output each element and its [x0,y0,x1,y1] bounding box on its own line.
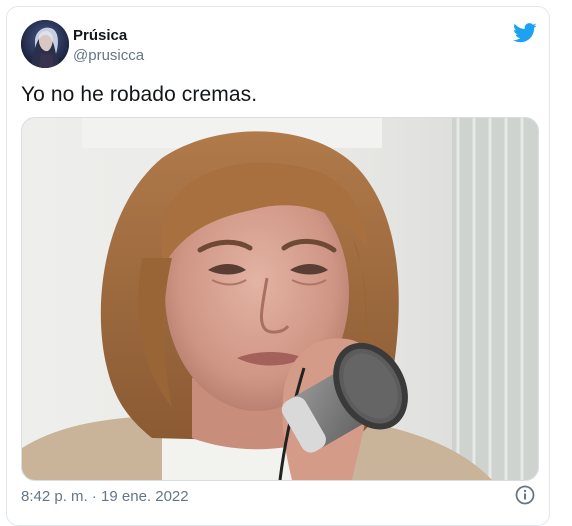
author-name[interactable]: Prúsica [73,27,127,44]
avatar-image [21,20,69,68]
tweet-timestamp[interactable]: 8:42 p. m. · 19 ene. 2022 [21,488,189,505]
tweet-text: Yo no he robado cremas. [21,83,258,106]
avatar[interactable] [21,20,69,68]
author-handle[interactable]: @prusicca [73,47,144,64]
tweet-photo[interactable] [21,117,539,481]
tweet-card: Prúsica @prusicca Yo no he robado cremas… [6,6,550,526]
twitter-bird-icon[interactable] [513,22,537,44]
photo-image [22,118,538,480]
info-icon[interactable] [515,485,535,505]
